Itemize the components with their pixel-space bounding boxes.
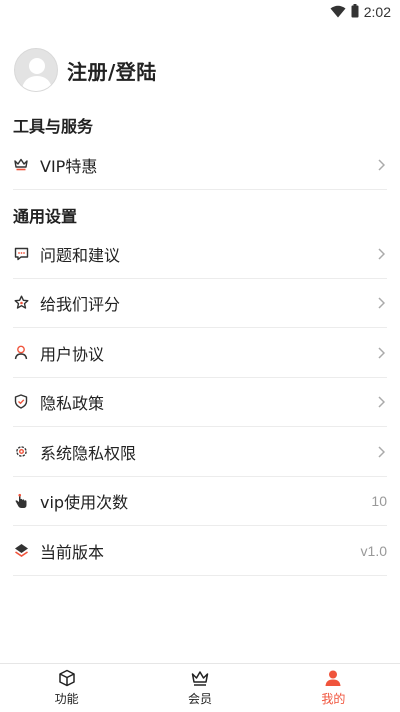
menu-item-label: vip使用次数: [40, 492, 129, 512]
menu-item-system-permissions[interactable]: 系统隐私权限: [13, 427, 387, 477]
menu-item-privacy-policy[interactable]: 隐私政策: [13, 377, 387, 427]
cube-icon: [57, 669, 77, 687]
profile-header[interactable]: 注册/登陆: [14, 47, 157, 93]
menu-item-vip-usage[interactable]: vip使用次数 10: [13, 476, 387, 526]
status-right: 2:02: [330, 2, 391, 22]
nav-tab-mine[interactable]: 我的: [267, 664, 400, 712]
nav-tab-membership[interactable]: 会员: [133, 664, 266, 712]
menu-item-label: 给我们评分: [40, 294, 121, 314]
section-title-settings: 通用设置: [13, 207, 78, 226]
star-icon: [13, 295, 29, 311]
default-avatar-icon: [21, 58, 53, 91]
menu-item-label: 用户协议: [40, 344, 105, 364]
menu-item-rate-us[interactable]: 给我们评分: [13, 278, 387, 328]
section-title-tools: 工具与服务: [13, 117, 94, 136]
battery-icon: [351, 3, 359, 22]
bottom-nav: 功能 会员 我的: [0, 663, 400, 712]
chevron-right-icon: [376, 247, 386, 261]
version-value: v1.0: [360, 542, 387, 559]
user-icon: [13, 345, 29, 361]
nav-tab-features[interactable]: 功能: [0, 664, 133, 712]
menu-item-feedback[interactable]: 问题和建议: [13, 229, 387, 279]
avatar[interactable]: [14, 48, 58, 92]
chevron-right-icon: [376, 296, 386, 310]
login-link[interactable]: 注册/登陆: [67, 56, 157, 85]
menu-item-label: VIP特惠: [40, 156, 98, 176]
menu-item-current-version[interactable]: 当前版本 v1.0: [13, 526, 387, 576]
crown-icon: [13, 157, 29, 173]
hand-icon: [13, 493, 29, 509]
crown-icon: [190, 669, 210, 687]
feedback-icon: [13, 246, 29, 262]
vip-usage-count: 10: [371, 492, 387, 509]
gear-icon: [13, 444, 29, 460]
shield-icon: [13, 394, 29, 410]
nav-label: 会员: [187, 692, 212, 706]
nav-label: 我的: [321, 692, 346, 706]
menu-item-label: 当前版本: [40, 542, 105, 562]
layers-icon: [13, 543, 29, 559]
status-bar: 2:02: [0, 0, 400, 24]
status-time: 2:02: [363, 4, 391, 20]
menu-item-label: 隐私政策: [40, 393, 105, 413]
chevron-right-icon: [376, 395, 386, 409]
person-icon: [323, 669, 343, 687]
nav-label: 功能: [54, 692, 79, 706]
menu-item-vip-offer[interactable]: VIP特惠: [13, 140, 387, 190]
menu-item-label: 问题和建议: [40, 245, 121, 265]
chevron-right-icon: [376, 445, 386, 459]
wifi-icon: [330, 3, 346, 22]
chevron-right-icon: [376, 158, 386, 172]
chevron-right-icon: [376, 346, 386, 360]
menu-item-label: 系统隐私权限: [40, 443, 137, 463]
menu-item-user-agreement[interactable]: 用户协议: [13, 328, 387, 378]
